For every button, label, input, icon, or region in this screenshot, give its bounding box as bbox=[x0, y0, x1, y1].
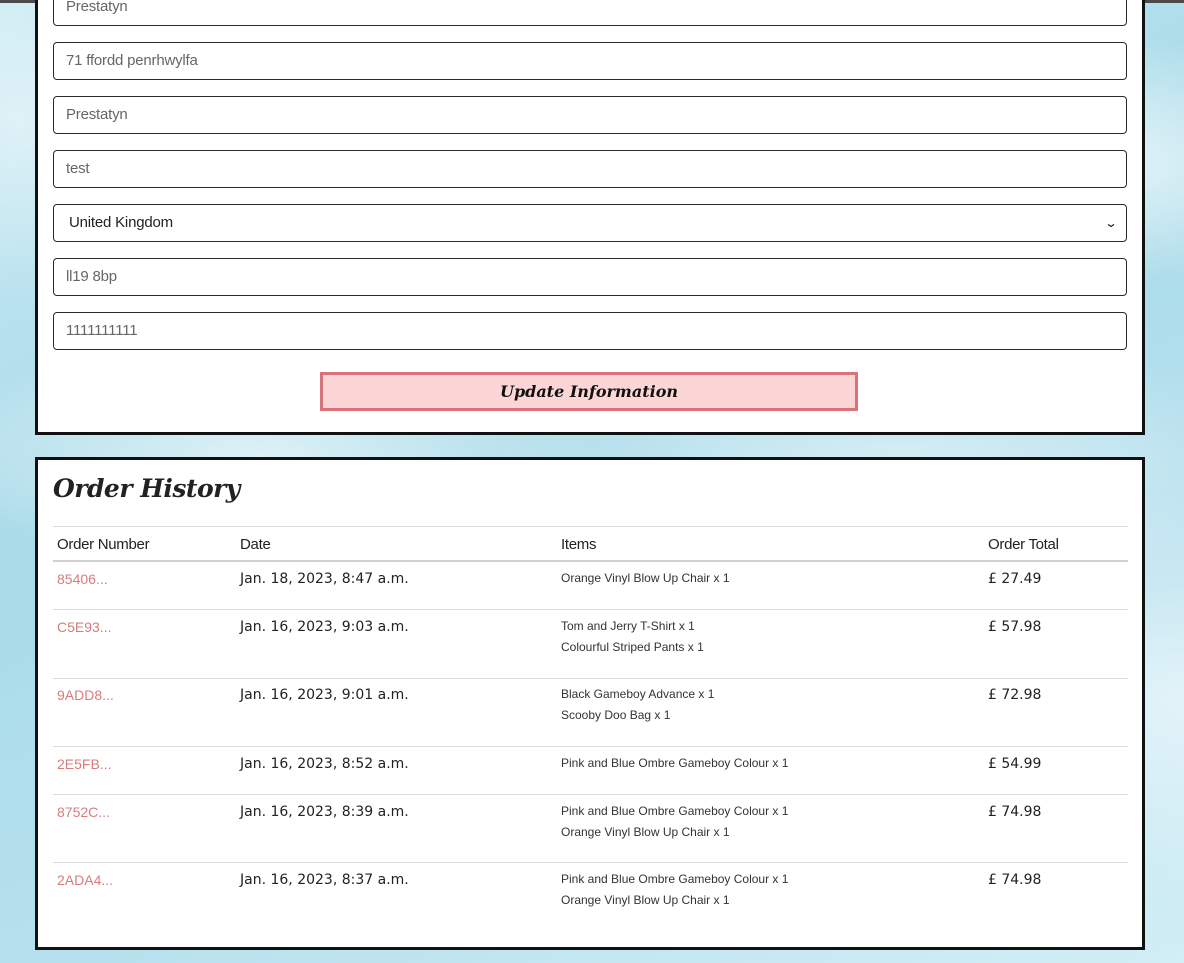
order-items: Pink and Blue Ombre Gameboy Colour x 1 bbox=[561, 753, 788, 774]
update-information-button[interactable]: Update Information bbox=[320, 372, 858, 411]
row-divider bbox=[53, 862, 1128, 863]
town-city-value: Prestatyn bbox=[66, 106, 128, 123]
column-header-order-number: Order Number bbox=[57, 536, 150, 553]
order-number-link[interactable]: 9ADD8... bbox=[57, 687, 114, 703]
phone-number-field[interactable]: 1111111111 bbox=[53, 312, 1127, 350]
column-header-date: Date bbox=[240, 536, 271, 553]
order-total: £ 74.98 bbox=[988, 872, 1042, 888]
column-header-items: Items bbox=[561, 536, 597, 553]
order-item: Black Gameboy Advance x 1 bbox=[561, 687, 715, 701]
town-field-value: Prestatyn bbox=[66, 0, 128, 15]
order-number-link[interactable]: 8752C... bbox=[57, 804, 110, 820]
street-address-field[interactable]: 71 ffordd penrhwylfa bbox=[53, 42, 1127, 80]
order-items: Pink and Blue Ombre Gameboy Colour x 1 O… bbox=[561, 801, 788, 843]
order-date: Jan. 16, 2023, 8:39 a.m. bbox=[240, 804, 409, 820]
order-item: Orange Vinyl Blow Up Chair x 1 bbox=[561, 571, 730, 585]
order-date: Jan. 16, 2023, 9:01 a.m. bbox=[240, 687, 409, 703]
order-item: Pink and Blue Ombre Gameboy Colour x 1 bbox=[561, 804, 789, 818]
row-divider bbox=[53, 678, 1128, 679]
country-select-value: United Kingdom bbox=[69, 214, 173, 231]
order-number-link[interactable]: 2E5FB... bbox=[57, 756, 111, 772]
order-total: £ 27.49 bbox=[988, 571, 1042, 587]
order-history-title: Order History bbox=[53, 474, 240, 503]
row-divider bbox=[53, 746, 1128, 747]
phone-number-value: 1111111111 bbox=[66, 322, 138, 339]
header-divider bbox=[53, 560, 1128, 562]
table-top-border bbox=[53, 526, 1128, 527]
country-select[interactable]: United Kingdom ⌄ bbox=[53, 204, 1127, 242]
row-divider bbox=[53, 794, 1128, 795]
order-item: Orange Vinyl Blow Up Chair x 1 bbox=[561, 893, 730, 907]
order-item: Pink and Blue Ombre Gameboy Colour x 1 bbox=[561, 756, 789, 770]
town-city-field[interactable]: Prestatyn bbox=[53, 96, 1127, 134]
order-date: Jan. 18, 2023, 8:47 a.m. bbox=[240, 571, 409, 587]
order-number-link[interactable]: 85406... bbox=[57, 571, 108, 587]
order-item: Scooby Doo Bag x 1 bbox=[561, 708, 671, 722]
order-items: Tom and Jerry T-Shirt x 1 Colourful Stri… bbox=[561, 616, 704, 658]
postcode-field[interactable]: ll19 8bp bbox=[53, 258, 1127, 296]
county-value: test bbox=[66, 160, 90, 177]
column-header-order-total: Order Total bbox=[988, 536, 1059, 553]
row-divider bbox=[53, 609, 1128, 610]
order-number-link[interactable]: C5E93... bbox=[57, 619, 111, 635]
street-address-value: 71 ffordd penrhwylfa bbox=[66, 52, 198, 69]
order-date: Jan. 16, 2023, 8:52 a.m. bbox=[240, 756, 409, 772]
order-item: Colourful Striped Pants x 1 bbox=[561, 640, 704, 654]
order-total: £ 54.99 bbox=[988, 756, 1042, 772]
order-date: Jan. 16, 2023, 8:37 a.m. bbox=[240, 872, 409, 888]
order-total: £ 72.98 bbox=[988, 687, 1042, 703]
order-items: Orange Vinyl Blow Up Chair x 1 bbox=[561, 568, 730, 589]
order-total: £ 57.98 bbox=[988, 619, 1042, 635]
order-items: Black Gameboy Advance x 1 Scooby Doo Bag… bbox=[561, 684, 714, 726]
county-field[interactable]: test bbox=[53, 150, 1127, 188]
order-item: Orange Vinyl Blow Up Chair x 1 bbox=[561, 825, 730, 839]
order-total: £ 74.98 bbox=[988, 804, 1042, 820]
order-item: Pink and Blue Ombre Gameboy Colour x 1 bbox=[561, 872, 789, 886]
order-date: Jan. 16, 2023, 9:03 a.m. bbox=[240, 619, 409, 635]
order-item: Tom and Jerry T-Shirt x 1 bbox=[561, 619, 695, 633]
postcode-value: ll19 8bp bbox=[66, 268, 117, 285]
town-field[interactable]: Prestatyn bbox=[53, 0, 1127, 26]
chevron-down-icon: ⌄ bbox=[1104, 216, 1118, 230]
order-number-link[interactable]: 2ADA4... bbox=[57, 872, 113, 888]
order-items: Pink and Blue Ombre Gameboy Colour x 1 O… bbox=[561, 869, 788, 911]
